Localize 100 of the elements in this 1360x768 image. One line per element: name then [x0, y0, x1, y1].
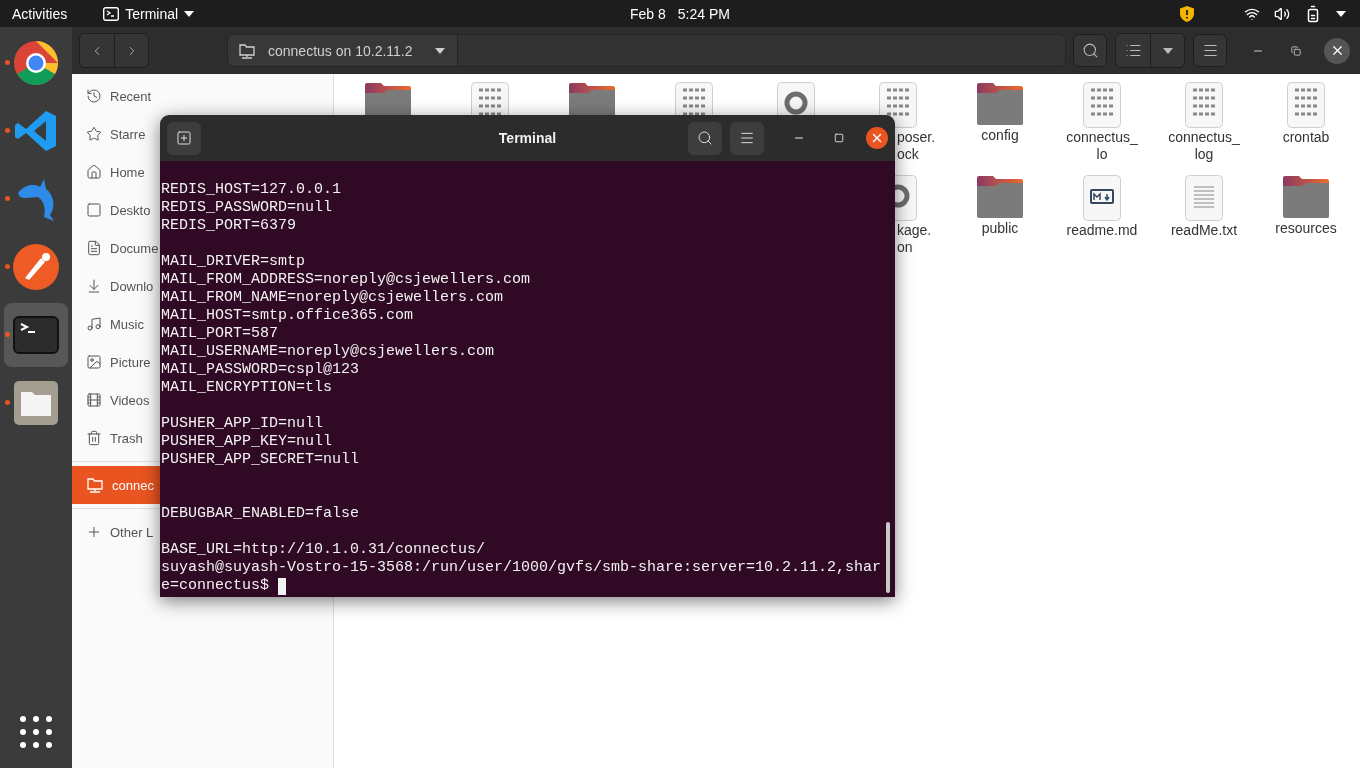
file-name[interactable]: poser. ock	[897, 129, 936, 163]
list-icon	[1124, 42, 1142, 59]
caret-icon	[184, 10, 195, 17]
sidebar-item[interactable]: Recent	[72, 77, 160, 115]
restore-icon	[1291, 45, 1301, 56]
browser-icon	[13, 40, 59, 86]
sidebar-item[interactable]: Other L	[72, 513, 160, 551]
network-folder-icon	[238, 41, 256, 60]
sidebar-item[interactable]: Deskto	[72, 191, 160, 229]
search-icon	[697, 130, 713, 146]
terminal-line: DEBUGBAR_ENABLED=false	[161, 505, 361, 523]
file-name[interactable]: readme.md	[1066, 222, 1138, 239]
path-button[interactable]: connectus on 10.2.11.2	[228, 35, 458, 66]
document-icon	[86, 240, 102, 256]
activities-button[interactable]: Activities	[12, 5, 68, 22]
file-name[interactable]: readMe.txt	[1170, 222, 1238, 239]
maximize-icon	[834, 133, 844, 143]
menu-button[interactable]	[1193, 34, 1227, 67]
caret-icon	[1162, 47, 1173, 54]
sidebar-item[interactable]: Downlo	[72, 267, 160, 305]
film-icon	[86, 392, 102, 408]
menu-button[interactable]	[730, 121, 764, 155]
list-view-button[interactable]	[1116, 34, 1150, 67]
sidebar-item[interactable]: Docume	[72, 229, 160, 267]
caret-icon	[434, 47, 445, 54]
app-menu[interactable]: Terminal	[103, 5, 195, 22]
shield-icon[interactable]	[1180, 5, 1194, 22]
terminal-line: MAIL_PORT=587	[161, 325, 280, 343]
sidebar-item[interactable]: Home	[72, 153, 160, 191]
search-button[interactable]	[688, 121, 722, 155]
terminal-line: MAIL_USERNAME=noreply@csjewellers.com	[161, 343, 496, 361]
menu-icon	[739, 130, 755, 146]
close-button[interactable]	[866, 127, 888, 149]
binary-file-icon	[879, 82, 917, 128]
binary-file-icon	[1287, 82, 1325, 128]
terminal-line: MAIL_HOST=smtp.office365.com	[161, 307, 415, 325]
text-file-icon	[1185, 175, 1223, 221]
plus-icon	[86, 524, 102, 540]
binary-file-icon	[1083, 82, 1121, 128]
close-button[interactable]	[1324, 37, 1350, 64]
new-tab-button[interactable]	[167, 121, 201, 155]
terminal-line: PUSHER_APP_ID=null	[161, 415, 325, 433]
volume-icon[interactable]	[1274, 5, 1290, 22]
terminal-line: PUSHER_APP_SECRET=null	[161, 451, 361, 469]
running-dot	[5, 128, 10, 133]
view-options-button[interactable]	[1150, 34, 1184, 67]
running-dot	[5, 400, 10, 405]
terminal-line: MAIL_ENCRYPTION=tls	[161, 379, 334, 397]
terminal-icon	[13, 316, 59, 354]
clock[interactable]: Feb 8 5:24 PM	[630, 5, 730, 22]
sidebar-item[interactable]: Starre	[72, 115, 160, 153]
window-title: Terminal	[498, 130, 557, 146]
pen-icon	[13, 244, 59, 290]
trash-icon	[86, 430, 102, 446]
terminal-line: BASE_URL=http://10.1.0.31/connectus/	[161, 541, 487, 559]
sidebar-item[interactable]: connec	[72, 466, 160, 504]
file-name[interactable]: config	[981, 127, 1019, 144]
file-name[interactable]: connectus_ log	[1168, 129, 1240, 163]
ring-file-icon	[895, 175, 917, 221]
scrollbar-thumb[interactable]	[886, 522, 890, 593]
file-name[interactable]: crontab	[1282, 129, 1330, 146]
terminal-line: MAIL_FROM_NAME=noreply@csjewellers.com	[161, 289, 505, 307]
code-editor-icon	[14, 109, 58, 153]
image-icon	[86, 354, 102, 370]
terminal-line: suyash@suyash-Vostro-15-3568:/run/user/1000/gvfs/smb-share:server=10.2.11.2,shar	[161, 559, 883, 577]
network-folder-icon	[86, 476, 104, 494]
search-button[interactable]	[1073, 34, 1107, 67]
sidebar-item[interactable]: Trash	[72, 419, 160, 457]
running-dot	[5, 264, 10, 269]
desktop-icon	[86, 202, 102, 218]
search-icon	[1081, 42, 1099, 59]
home-icon	[86, 164, 102, 180]
binary-file-icon	[1185, 82, 1223, 128]
clock-icon	[86, 88, 102, 104]
terminal-line: MAIL_FROM_ADDRESS=noreply@csjewellers.com	[161, 271, 532, 289]
cursor	[278, 577, 287, 595]
caret-icon[interactable]	[1336, 10, 1346, 17]
sidebar-item[interactable]: Videos	[72, 381, 160, 419]
file-name[interactable]: kage. on	[897, 222, 932, 256]
terminal-line: MAIL_PASSWORD=cspl@123	[161, 361, 361, 379]
running-dot	[5, 60, 10, 65]
terminal-line: MAIL_DRIVER=smtp	[161, 253, 307, 271]
sidebar-item[interactable]: Music	[72, 305, 160, 343]
folder-icon	[976, 175, 1024, 219]
running-dot	[5, 196, 10, 201]
folder-icon	[1282, 175, 1330, 219]
app-grid-icon[interactable]	[20, 716, 52, 748]
download-icon	[86, 278, 102, 294]
terminal-line: PUSHER_APP_KEY=null	[161, 433, 334, 451]
star-icon	[86, 126, 102, 142]
markdown-file-icon	[1083, 175, 1121, 221]
music-icon	[86, 316, 102, 332]
file-name[interactable]: resources	[1275, 220, 1337, 237]
menu-icon	[1201, 42, 1219, 59]
terminal-line: REDIS_PASSWORD=null	[161, 199, 334, 217]
new-tab-icon	[176, 130, 192, 146]
sidebar-item[interactable]: Picture	[72, 343, 160, 381]
file-name[interactable]: connectus_ lo	[1066, 129, 1138, 163]
close-icon	[870, 131, 884, 145]
file-name[interactable]: public	[981, 220, 1019, 237]
